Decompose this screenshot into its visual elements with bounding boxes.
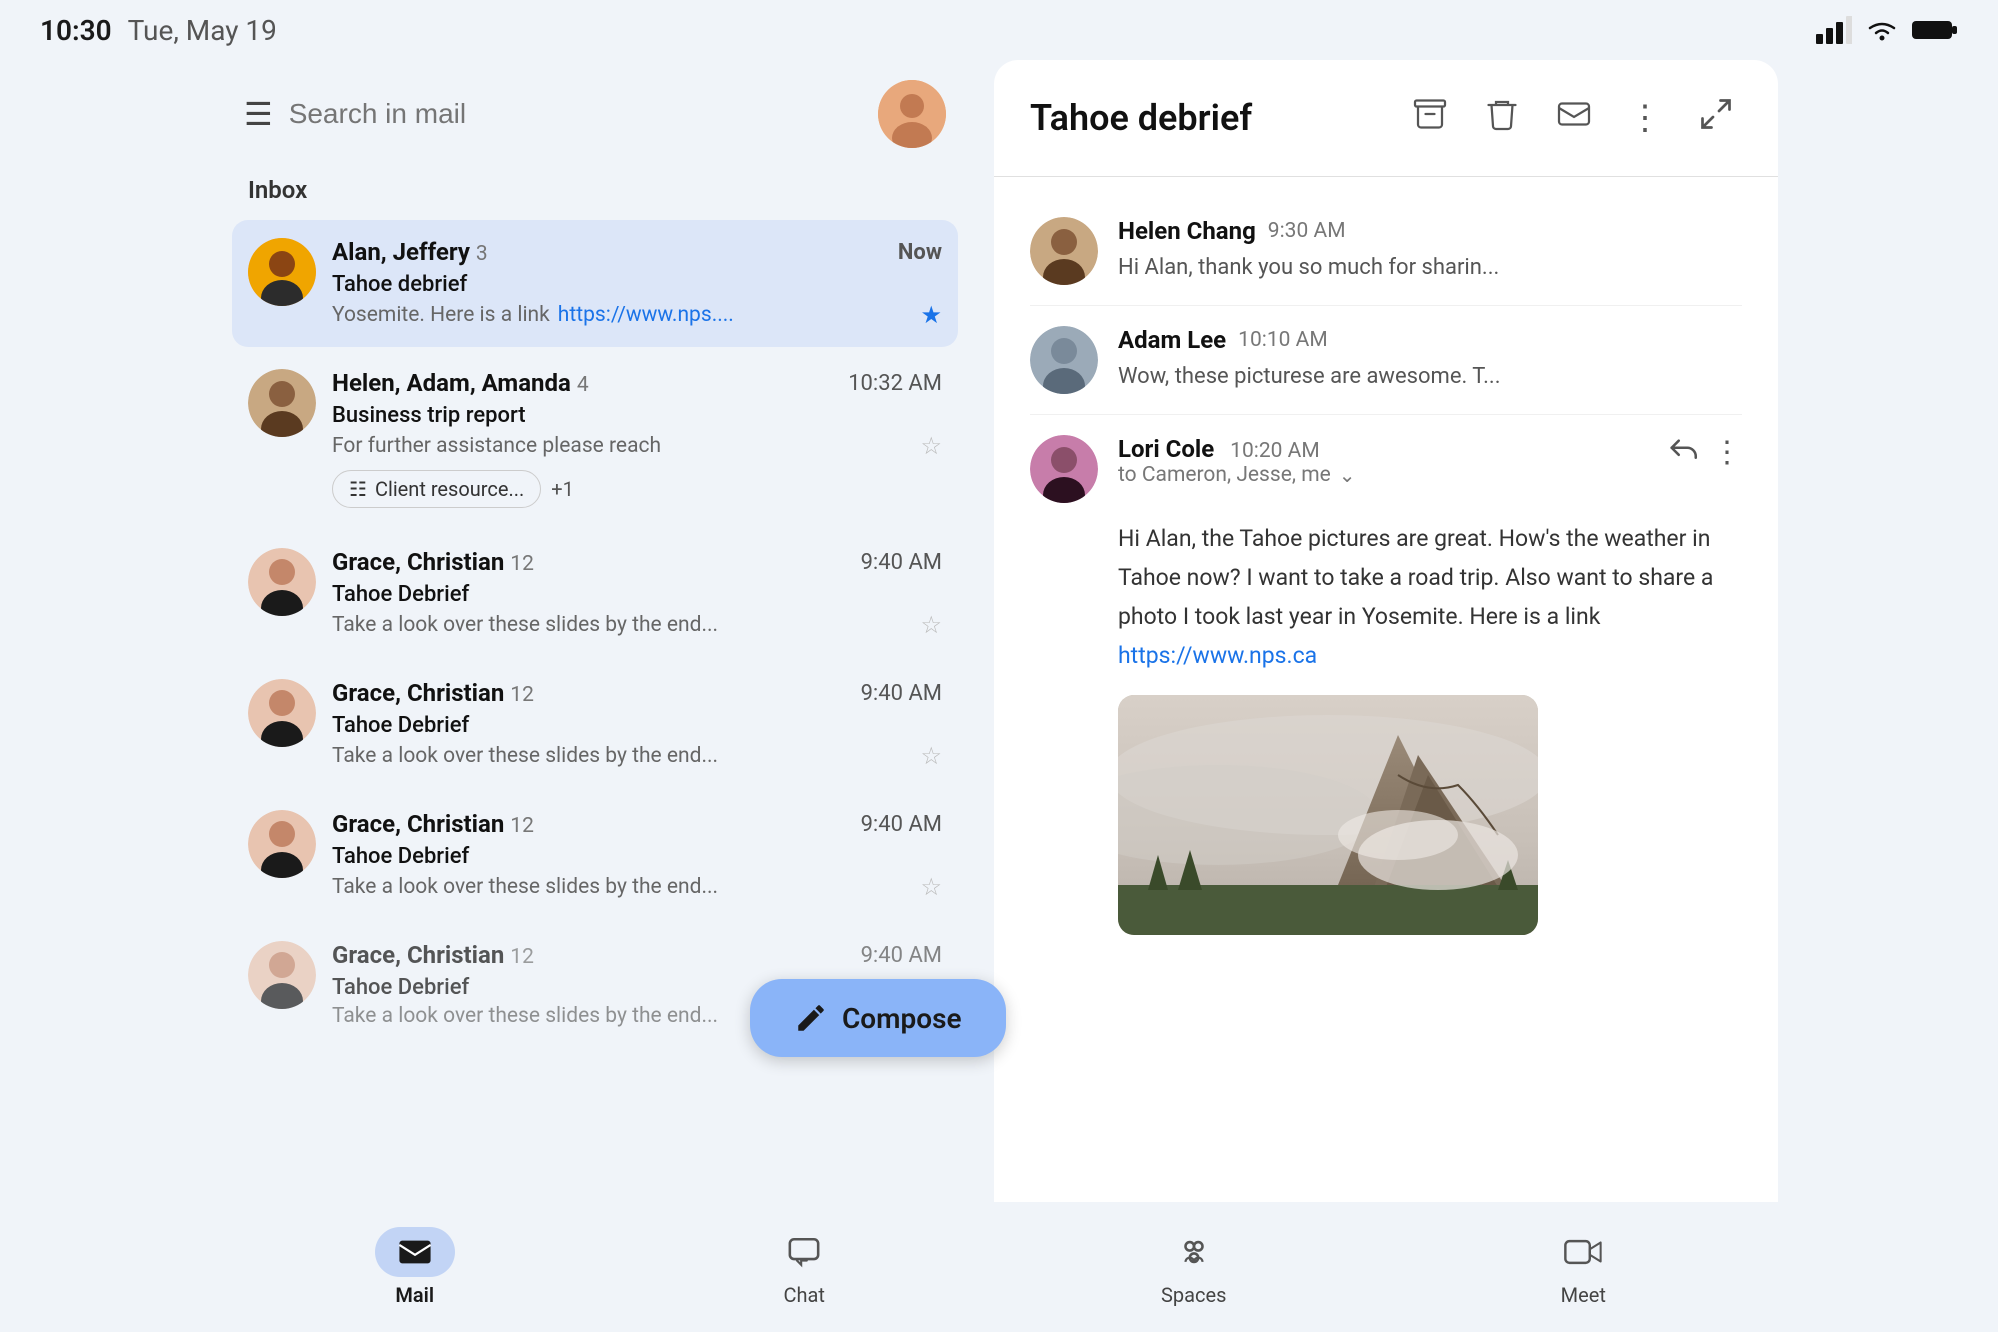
nav-chat-label: Chat [784,1283,825,1307]
email-item-5[interactable]: Grace, Christian 12 9:40 AM Tahoe Debrie… [232,792,958,919]
nav-item-mail[interactable]: Mail [345,1227,485,1307]
more-icon[interactable]: ⋮ [1620,90,1670,146]
recipients-chevron[interactable]: ⌄ [1339,463,1356,487]
more-thread-icon[interactable]: ⋮ [1712,435,1742,477]
hamburger-icon[interactable]: ☰ [244,95,273,133]
meet-nav-icon [1564,1237,1602,1267]
email-item-3[interactable]: Grace, Christian 12 9:40 AM Tahoe Debrie… [232,530,958,657]
email-item-1[interactable]: Alan, Jeffery 3 Now Tahoe debrief Yosemi… [232,220,958,347]
compose-button[interactable]: Compose [750,979,1006,1057]
search-bar: ☰ [220,60,970,168]
nav-item-spaces[interactable]: Spaces [1124,1227,1264,1307]
email-content-5: Grace, Christian 12 9:40 AM Tahoe Debrie… [332,810,942,901]
status-icons [1816,16,1958,44]
email-item-2[interactable]: Helen, Adam, Amanda 4 10:32 AM Business … [232,351,958,526]
avatar-grace-3 [248,810,316,878]
avatar-thread-lori [1030,435,1098,503]
inbox-label: Inbox [220,168,970,220]
compose-icon [794,1001,828,1035]
detail-header: Tahoe debrief [994,60,1778,177]
battery-icon [1912,18,1958,42]
star-icon-3[interactable]: ☆ [920,611,942,639]
avatar-alan [248,238,316,306]
thread-expanded-lori: Lori Cole 10:20 AM to Cameron, Jesse, me… [1030,415,1742,955]
detail-actions: ⋮ [1404,88,1742,148]
avatar-helen-adam [248,369,316,437]
thread-item-helen[interactable]: Helen Chang 9:30 AM Hi Alan, thank you s… [1030,197,1742,306]
nav-chat-icon-wrap [764,1227,844,1277]
nav-meet-label: Meet [1561,1283,1606,1307]
nav-meet-icon-wrap [1543,1227,1623,1277]
avatar-thread-adam [1030,326,1098,394]
delete-icon[interactable] [1476,88,1528,148]
wifi-icon [1864,16,1900,44]
chip-row-2: ☷ Client resource... +1 [332,470,942,508]
mountain-image [1118,695,1538,935]
nav-mail-icon-wrap [375,1227,455,1277]
reply-icon[interactable] [1666,435,1700,477]
avatar-grace-4 [248,941,316,1009]
status-bar: 10:30 Tue, May 19 [0,0,1998,60]
search-input[interactable] [289,98,862,130]
bottom-nav: Mail Chat Spaces Meet [0,1202,1998,1332]
detail-panel: Tahoe debrief [994,60,1778,1202]
thread-item-adam[interactable]: Adam Lee 10:10 AM Wow, these picturese a… [1030,306,1742,415]
signal-icon [1816,16,1852,44]
archive-icon[interactable] [1404,88,1456,148]
star-icon-5[interactable]: ☆ [920,873,942,901]
email-content-3: Grace, Christian 12 9:40 AM Tahoe Debrie… [332,548,942,639]
expand-icon[interactable] [1690,88,1742,148]
star-icon-2[interactable]: ☆ [920,432,942,460]
nav-spaces-icon-wrap [1154,1227,1234,1277]
nav-item-meet[interactable]: Meet [1513,1227,1653,1307]
star-icon-4[interactable]: ☆ [920,742,942,770]
avatar-grace-1 [248,548,316,616]
chip-client-resource[interactable]: ☷ Client resource... [332,470,541,508]
user-avatar[interactable] [878,80,946,148]
chat-nav-icon [787,1235,821,1269]
email-content-4: Grace, Christian 12 9:40 AM Tahoe Debrie… [332,679,942,770]
avatar-thread-helen [1030,217,1098,285]
avatar-grace-2 [248,679,316,747]
star-icon-1[interactable]: ★ [920,301,942,329]
detail-body: Helen Chang 9:30 AM Hi Alan, thank you s… [994,177,1778,1202]
mark-unread-icon[interactable] [1548,88,1600,148]
detail-title: Tahoe debrief [1030,97,1380,139]
chip-plus: +1 [551,477,574,501]
nav-item-chat[interactable]: Chat [734,1227,874,1307]
nav-mail-label: Mail [395,1283,434,1307]
email-content-1: Alan, Jeffery 3 Now Tahoe debrief Yosemi… [332,238,942,329]
email-content-2: Helen, Adam, Amanda 4 10:32 AM Business … [332,369,942,508]
mail-nav-icon [398,1237,432,1267]
nav-spaces-label: Spaces [1161,1283,1226,1307]
status-time: 10:30 Tue, May 19 [40,14,277,47]
spaces-nav-icon [1177,1235,1211,1269]
email-item-4[interactable]: Grace, Christian 12 9:40 AM Tahoe Debrie… [232,661,958,788]
nps-link[interactable]: https://www.nps.ca [1118,642,1317,669]
